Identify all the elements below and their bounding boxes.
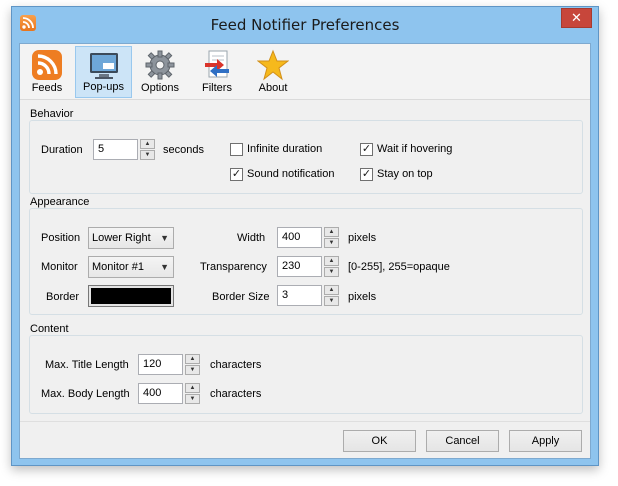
spin-down-icon[interactable]: ▼ bbox=[324, 296, 339, 306]
tab-popups-label: Pop-ups bbox=[83, 81, 124, 93]
duration-label: Duration bbox=[41, 144, 83, 156]
sound-notification-label: Sound notification bbox=[247, 168, 335, 180]
spin-up-icon[interactable]: ▲ bbox=[140, 139, 155, 149]
duration-input[interactable]: 5 bbox=[93, 139, 138, 160]
tab-popups[interactable]: Pop-ups bbox=[75, 46, 132, 98]
width-label: Width bbox=[237, 232, 266, 244]
border-size-unit: pixels bbox=[348, 291, 377, 303]
tab-about-label: About bbox=[258, 82, 288, 94]
spin-down-icon[interactable]: ▼ bbox=[185, 394, 200, 404]
checkmark-icon[interactable]: ✓ bbox=[230, 168, 243, 181]
close-button[interactable]: ✕ bbox=[561, 8, 592, 28]
spin-down-icon[interactable]: ▼ bbox=[324, 267, 339, 277]
monitor-select-value: Monitor #1 bbox=[92, 261, 144, 273]
max-title-length-label: Max. Title Length bbox=[45, 359, 129, 371]
transparency-input[interactable]: 230 bbox=[277, 256, 322, 277]
border-color-picker[interactable] bbox=[88, 285, 174, 307]
width-spinner[interactable]: ▲ ▼ bbox=[324, 227, 339, 248]
checkbox-empty-icon[interactable] bbox=[230, 143, 243, 156]
border-label: Border bbox=[46, 291, 80, 303]
infinite-duration-label: Infinite duration bbox=[247, 143, 323, 155]
position-label: Position bbox=[41, 232, 81, 244]
monitor-popup-icon bbox=[89, 53, 118, 79]
title-bar[interactable]: Feed Notifier Preferences ✕ bbox=[12, 7, 598, 43]
filter-arrows-icon bbox=[205, 50, 229, 78]
duration-unit: seconds bbox=[163, 144, 204, 156]
tab-options-label: Options bbox=[141, 82, 179, 94]
popups-settings-panel: Behavior Duration 5 ▲ ▼ seconds Infinite … bbox=[20, 101, 590, 458]
gear-icon bbox=[145, 50, 175, 80]
spin-up-icon[interactable]: ▲ bbox=[185, 354, 200, 364]
tab-feeds[interactable]: Feeds bbox=[24, 46, 70, 98]
monitor-select[interactable]: Monitor #1 ▼ bbox=[88, 256, 174, 278]
toolbar: Feeds Pop-ups Options Filters About bbox=[20, 44, 590, 100]
spin-down-icon[interactable]: ▼ bbox=[185, 365, 200, 375]
checkmark-icon[interactable]: ✓ bbox=[360, 168, 373, 181]
spin-up-icon[interactable]: ▲ bbox=[324, 227, 339, 237]
content-group bbox=[29, 335, 583, 414]
max-title-length-spinner[interactable]: ▲ ▼ bbox=[185, 354, 200, 375]
star-icon bbox=[257, 49, 289, 81]
spin-up-icon[interactable]: ▲ bbox=[324, 285, 339, 295]
spin-down-icon[interactable]: ▼ bbox=[140, 150, 155, 160]
tab-filters[interactable]: Filters bbox=[194, 46, 240, 98]
appearance-section-title: Appearance bbox=[30, 196, 90, 208]
wait-if-hovering-label: Wait if hovering bbox=[377, 143, 453, 155]
close-icon: ✕ bbox=[571, 10, 582, 25]
cancel-button[interactable]: Cancel bbox=[426, 430, 499, 452]
max-body-length-spinner[interactable]: ▲ ▼ bbox=[185, 383, 200, 404]
chevron-down-icon: ▼ bbox=[160, 262, 169, 272]
border-size-label: Border Size bbox=[212, 291, 270, 303]
monitor-label: Monitor bbox=[41, 261, 78, 273]
width-input[interactable]: 400 bbox=[277, 227, 322, 248]
rss-feed-icon bbox=[32, 50, 62, 80]
border-size-spinner[interactable]: ▲ ▼ bbox=[324, 285, 339, 306]
position-select[interactable]: Lower Right ▼ bbox=[88, 227, 174, 249]
spin-down-icon[interactable]: ▼ bbox=[324, 238, 339, 248]
width-unit: pixels bbox=[348, 232, 377, 244]
max-body-length-unit: characters bbox=[210, 388, 262, 400]
border-size-input[interactable]: 3 bbox=[277, 285, 322, 306]
max-body-length-label: Max. Body Length bbox=[41, 388, 130, 400]
apply-button[interactable]: Apply bbox=[509, 430, 582, 452]
tab-options[interactable]: Options bbox=[137, 46, 183, 98]
dialog-footer: OK Cancel Apply bbox=[20, 421, 590, 458]
border-color-swatch bbox=[91, 288, 171, 304]
max-title-length-input[interactable]: 120 bbox=[138, 354, 183, 375]
stay-on-top-label: Stay on top bbox=[377, 168, 433, 180]
spin-up-icon[interactable]: ▲ bbox=[185, 383, 200, 393]
ok-button[interactable]: OK bbox=[343, 430, 416, 452]
client-area: Feeds Pop-ups Options Filters About Beha… bbox=[19, 43, 591, 459]
chevron-down-icon: ▼ bbox=[160, 233, 169, 243]
tab-about[interactable]: About bbox=[250, 46, 296, 98]
tab-feeds-label: Feeds bbox=[31, 82, 63, 94]
transparency-label: Transparency bbox=[200, 261, 267, 273]
spin-up-icon[interactable]: ▲ bbox=[324, 256, 339, 266]
transparency-spinner[interactable]: ▲ ▼ bbox=[324, 256, 339, 277]
preferences-window: Feed Notifier Preferences ✕ Feeds Pop-up… bbox=[11, 6, 599, 466]
behavior-section-title: Behavior bbox=[30, 108, 74, 120]
position-select-value: Lower Right bbox=[92, 232, 151, 244]
tab-filters-label: Filters bbox=[202, 82, 232, 94]
max-body-length-input[interactable]: 400 bbox=[138, 383, 183, 404]
content-section-title: Content bbox=[30, 323, 69, 335]
checkmark-icon[interactable]: ✓ bbox=[360, 143, 373, 156]
max-title-length-unit: characters bbox=[210, 359, 262, 371]
duration-spinner[interactable]: ▲ ▼ bbox=[140, 139, 155, 160]
transparency-hint: [0-255], 255=opaque bbox=[348, 261, 450, 273]
window-title: Feed Notifier Preferences bbox=[210, 16, 400, 34]
